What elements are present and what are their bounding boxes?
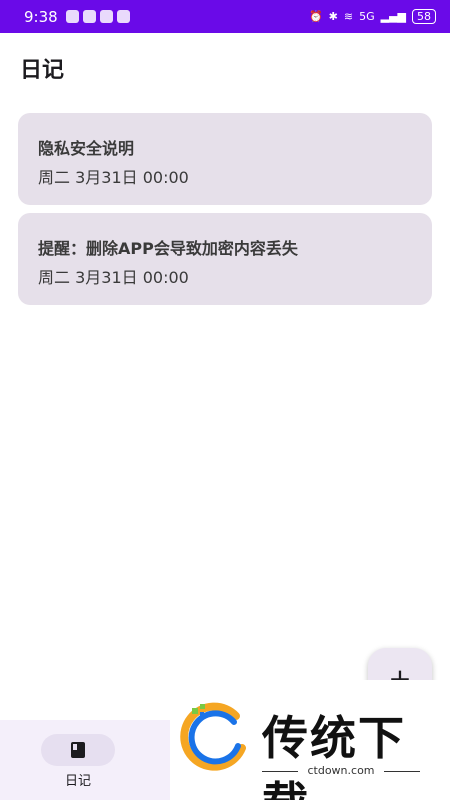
signal-icon: ▂▄▆ bbox=[380, 10, 406, 23]
status-time: 9:38 bbox=[24, 7, 58, 26]
diary-entry-card[interactable]: 提醒：删除APP会导致加密内容丢失 周二 3月31日 00:00 bbox=[18, 213, 432, 305]
message-icon bbox=[82, 10, 96, 23]
entry-title: 隐私安全说明 bbox=[38, 139, 135, 158]
battery-indicator: 58 bbox=[412, 9, 436, 24]
alarm-icon: ⏰ bbox=[308, 10, 323, 23]
watermark-brand: 传统下载 bbox=[262, 711, 406, 800]
notification-icon bbox=[65, 10, 79, 23]
status-bar: 9:38 ⏰ ✱ ≋ 5G ▂▄▆ 58 bbox=[0, 0, 450, 33]
diary-entry-card[interactable]: 隐私安全说明 周二 3月31日 00:00 bbox=[18, 113, 432, 205]
watermark-divider bbox=[384, 771, 420, 772]
book-icon bbox=[71, 742, 85, 758]
entry-date: 周二 3月31日 00:00 bbox=[38, 268, 189, 287]
entry-date: 周二 3月31日 00:00 bbox=[38, 168, 189, 187]
nav-label: 日记 bbox=[64, 774, 91, 789]
wifi-icon: ≋ bbox=[343, 10, 354, 23]
watermark: 传统下载 ctdown.com bbox=[170, 680, 450, 800]
app-icon bbox=[99, 10, 113, 23]
notification-icons bbox=[65, 10, 130, 23]
page-title: 日记 bbox=[20, 58, 65, 83]
nav-item-diary[interactable]: 日记 bbox=[0, 720, 170, 800]
status-right: ⏰ ✱ ≋ 5G ▂▄▆ 58 bbox=[309, 9, 436, 24]
nfc-icon bbox=[116, 10, 130, 23]
watermark-logo-icon bbox=[180, 702, 246, 771]
nav-active-indicator bbox=[41, 734, 115, 766]
bluetooth-icon: ✱ bbox=[328, 10, 338, 23]
network-label: 5G bbox=[359, 10, 375, 23]
entry-title: 提醒：删除APP会导致加密内容丢失 bbox=[38, 239, 298, 258]
